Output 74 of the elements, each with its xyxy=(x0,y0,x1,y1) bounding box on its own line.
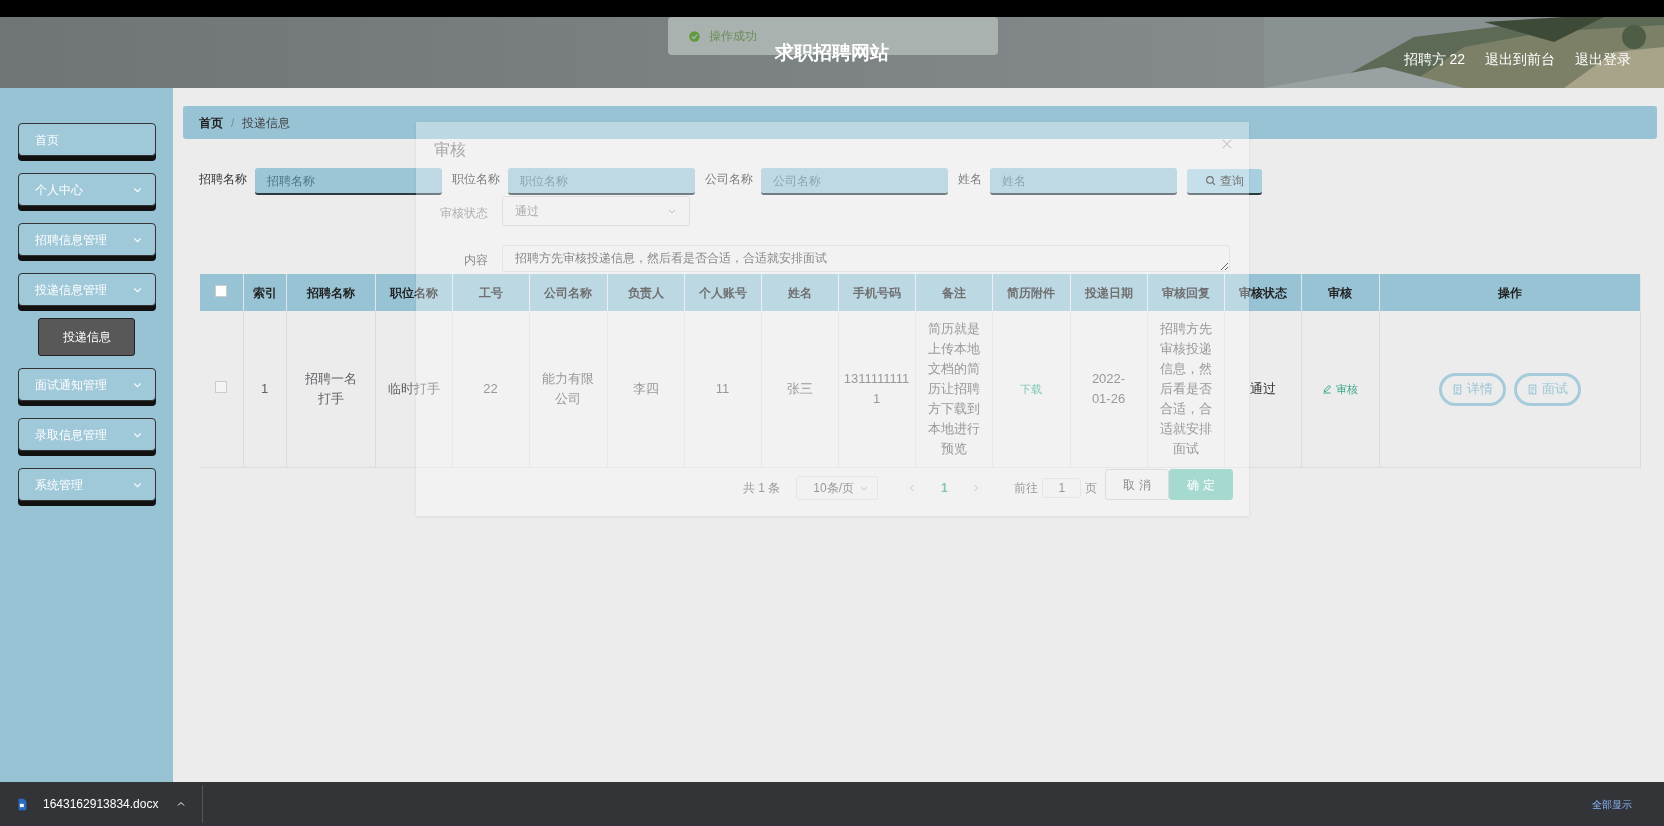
column-header: 简历附件 xyxy=(1007,285,1055,300)
caret-up-icon xyxy=(176,799,187,809)
toast-message: 操作成功 xyxy=(709,28,757,45)
review-link[interactable]: 审核 xyxy=(1322,378,1358,399)
page-number[interactable]: 1 xyxy=(934,479,955,497)
search-button[interactable]: 查询 xyxy=(1187,168,1262,195)
checkbox[interactable] xyxy=(215,284,228,297)
field-label: 内容 xyxy=(463,252,488,269)
table-cell: 李四 xyxy=(632,381,659,396)
table-cell: 简历就是上传本地文档的简历让招聘方下载到本地进行预览 xyxy=(927,321,980,456)
edit-icon xyxy=(1322,383,1332,394)
check-circle-icon xyxy=(688,29,701,43)
download-link[interactable]: 下载 xyxy=(1020,383,1042,395)
column-header: 职位名称 xyxy=(389,285,438,300)
header-link[interactable]: 退出到前台 xyxy=(1485,48,1555,70)
table-cell: 张三 xyxy=(786,381,813,396)
table-cell: 临时打手 xyxy=(387,381,440,396)
goto-label: 前往 xyxy=(1014,480,1039,497)
column-header: 审核状态 xyxy=(1238,285,1287,300)
page-size-value: 10条/页 xyxy=(813,480,855,497)
column-header: 备注 xyxy=(941,285,966,300)
column-header: 审核 xyxy=(1328,285,1352,300)
page-size-select[interactable]: 10条/页 xyxy=(796,476,879,500)
breadcrumb-separator: / xyxy=(231,114,235,132)
file-icon xyxy=(16,796,29,812)
column-header: 个人账号 xyxy=(698,285,747,300)
status-select[interactable]: 通过 xyxy=(502,196,690,226)
breadcrumb-link[interactable]: 首页 xyxy=(199,113,223,132)
document-icon xyxy=(1526,383,1538,395)
table-cell: 1 xyxy=(260,381,269,396)
table-cell: 2022-01-26 xyxy=(1091,371,1126,406)
select-value: 通过 xyxy=(515,203,539,220)
table-cell: 招聘一名打手 xyxy=(304,371,357,406)
column-header: 审核回复 xyxy=(1161,285,1210,300)
search-field[interactable]: 招聘名称 xyxy=(255,168,442,195)
action-button[interactable]: 详情 xyxy=(1438,372,1506,406)
field-label: 招聘名称 xyxy=(199,170,247,188)
table-cell: 通过 xyxy=(1249,381,1276,396)
close-icon xyxy=(1221,138,1233,150)
dialog-button[interactable]: 确 定 xyxy=(1169,469,1233,500)
column-header: 手机号码 xyxy=(852,285,901,300)
field-label: 职位名称 xyxy=(452,170,500,188)
document-icon xyxy=(1451,383,1463,395)
column-header: 负责人 xyxy=(627,285,664,300)
site-title: 求职招聘网站 xyxy=(775,41,889,65)
header-link[interactable]: 招聘方 22 xyxy=(1403,48,1465,70)
field-label: 审核状态 xyxy=(439,205,488,222)
field-label: 公司名称 xyxy=(705,170,753,188)
submenu-item[interactable]: 投递信息 xyxy=(38,318,135,356)
download-filename: 1643162913834.docx xyxy=(43,796,159,813)
table-cell: 能力有限公司 xyxy=(542,371,594,406)
column-header: 操作 xyxy=(1497,285,1522,300)
checkbox[interactable] xyxy=(215,381,228,393)
dialog-title: 审核 xyxy=(434,140,466,160)
action-button[interactable]: 面试 xyxy=(1513,372,1581,406)
search-icon xyxy=(1205,175,1216,186)
column-header: 工号 xyxy=(478,285,503,300)
table-cell: 11 xyxy=(715,381,730,396)
column-header: 姓名 xyxy=(787,285,812,300)
column-header: 索引 xyxy=(252,285,277,300)
field-label: 姓名 xyxy=(958,170,982,188)
column-header: 投递日期 xyxy=(1084,285,1133,300)
column-header: 招聘名称 xyxy=(306,285,355,300)
breadcrumb-link[interactable]: 投递信息 xyxy=(242,113,291,132)
close-button[interactable] xyxy=(1221,138,1233,150)
column-header: 公司名称 xyxy=(544,285,592,300)
show-all-button[interactable]: 全部显示 xyxy=(1592,796,1632,812)
table-cell: 13111111111 xyxy=(843,371,910,406)
table-cell: 招聘方先审核投递信息，然后看是否合适，合适就安排面试 xyxy=(1159,321,1212,456)
total-count: 共 1 条 xyxy=(743,480,781,497)
table-cell: 22 xyxy=(483,381,498,396)
content-textarea[interactable]: 招聘方先审核投递信息，然后看是否合适，合适就安排面试 xyxy=(502,245,1230,272)
page-input[interactable]: 1 xyxy=(1042,478,1082,498)
goto-suffix: 页 xyxy=(1085,480,1098,497)
